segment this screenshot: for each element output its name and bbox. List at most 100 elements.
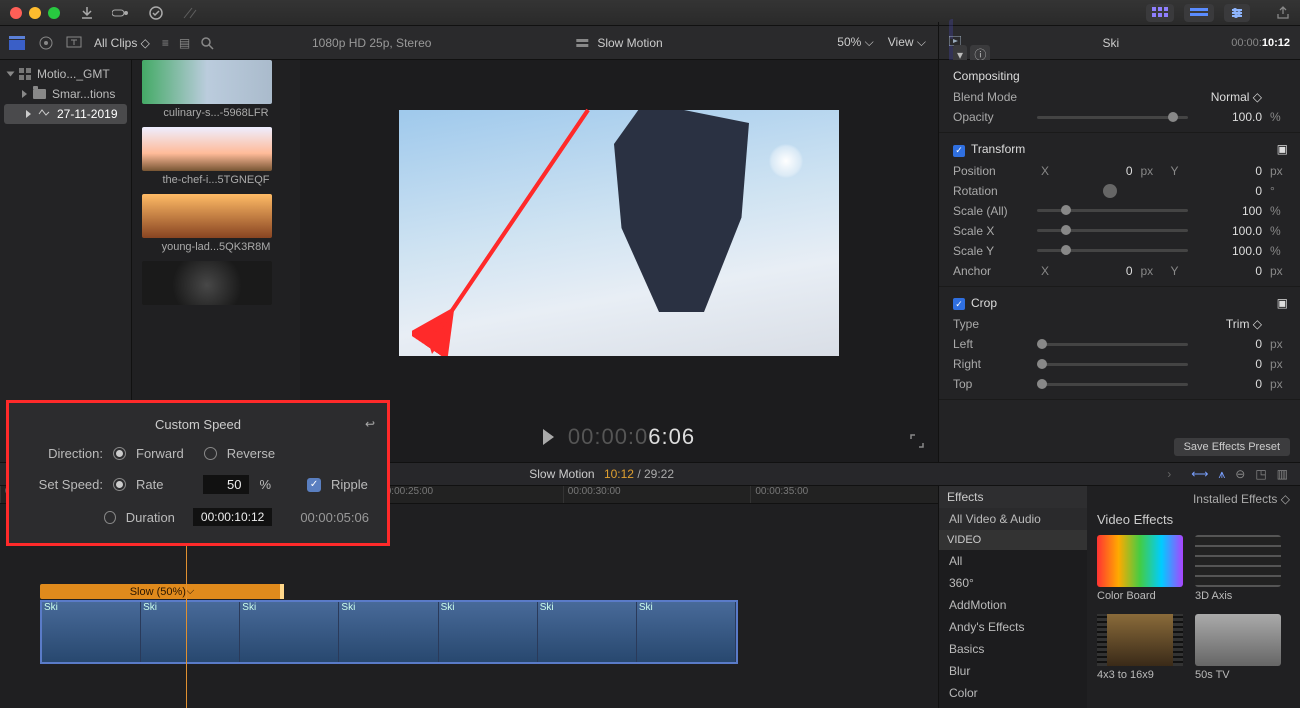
viewer-timecode[interactable]: 00:00:06:06	[568, 424, 695, 450]
sidebar-item-smart[interactable]: Smar...tions	[0, 84, 131, 104]
index-icon[interactable]: ▥	[1277, 467, 1288, 482]
background-tasks-icon[interactable]	[148, 5, 164, 21]
speed-duration-radio[interactable]	[104, 511, 116, 524]
fx-cat[interactable]: Basics	[939, 638, 1087, 660]
setspeed-label: Set Speed:	[27, 477, 103, 492]
anchor-x-field[interactable]: 0	[1067, 264, 1133, 278]
fx-cat[interactable]: Andy's Effects	[939, 616, 1087, 638]
duration-input[interactable]: 00:00:10:12	[193, 508, 272, 526]
project-settings-icon[interactable]	[575, 37, 589, 49]
browser-clip[interactable]: young-lad...5QK3R8M	[142, 194, 290, 253]
library-icon	[19, 68, 31, 80]
play-button[interactable]	[543, 429, 554, 445]
scale-all-slider[interactable]	[1037, 209, 1188, 212]
browser-clip[interactable]: culinary-s...-5968LFR	[142, 60, 290, 119]
sidebar-item-label: Motio..._GMT	[37, 67, 110, 81]
view-menu[interactable]: View ⌵	[888, 35, 926, 50]
browser-clip[interactable]: the-chef-i...5TGNEQF	[142, 127, 290, 186]
keyword-icon[interactable]	[112, 7, 130, 19]
fx-cat[interactable]: AddMotion	[939, 594, 1087, 616]
viewer-canvas[interactable]	[399, 110, 839, 356]
anchor-y-field[interactable]: 0	[1196, 264, 1262, 278]
sidebar-item-event[interactable]: 27-11-2019	[4, 104, 127, 124]
disclosure-icon[interactable]	[26, 110, 31, 118]
scale-y-slider[interactable]	[1037, 249, 1188, 252]
effect-item[interactable]: Color Board	[1097, 535, 1183, 602]
share-icon[interactable]	[1276, 4, 1290, 22]
disclosure-icon[interactable]	[7, 72, 15, 77]
audio-skim-icon[interactable]: ⩚	[1218, 467, 1225, 482]
crop-type-menu[interactable]: Trim ◇	[1196, 317, 1262, 331]
fx-cat-all-va[interactable]: All Video & Audio	[939, 508, 1087, 530]
event-icon	[37, 108, 51, 120]
ripple-checkbox[interactable]: ✓	[307, 478, 321, 492]
zoom-window-icon[interactable]	[48, 7, 60, 19]
solo-icon[interactable]: ⊖	[1235, 467, 1245, 482]
retime-bar[interactable]: Slow (50%) ⌵	[40, 584, 284, 599]
crop-enable-checkbox[interactable]: ✓	[953, 298, 965, 310]
enhance-icon[interactable]	[182, 6, 198, 20]
scale-x-slider[interactable]	[1037, 229, 1188, 232]
direction-label: Direction:	[27, 446, 103, 461]
minimize-window-icon[interactable]	[29, 7, 41, 19]
primary-storyline-clip[interactable]: Ski Ski Ski Ski Ski Ski Ski	[40, 600, 738, 664]
timeline-name: Slow Motion	[529, 467, 594, 481]
direction-forward-radio[interactable]	[113, 447, 126, 460]
opacity-value[interactable]: 100.0	[1196, 110, 1262, 124]
inspector-clip-name: Ski	[1000, 36, 1221, 50]
effect-item[interactable]: 3D Axis	[1195, 535, 1281, 602]
sidebar-item-label: Smar...tions	[52, 87, 115, 101]
scale-all-field[interactable]: 100	[1196, 204, 1262, 218]
import-icon[interactable]	[80, 6, 94, 20]
sidebar-item-library[interactable]: Motio..._GMT	[0, 64, 131, 84]
custom-speed-panel: Custom Speed ↩ Direction: Forward Revers…	[6, 400, 390, 546]
clips-filter-menu[interactable]: All Clips ◇	[94, 36, 150, 50]
skimming-icon[interactable]: ⟷	[1191, 467, 1208, 482]
fx-group-video: VIDEO	[939, 530, 1087, 550]
crop-right-slider[interactable]	[1037, 363, 1188, 366]
installed-effects-menu[interactable]: Installed Effects ◇	[1193, 492, 1290, 506]
inspector-tabs: ▾ ⓘ	[949, 22, 990, 63]
timeline-button[interactable]	[1184, 4, 1214, 22]
pos-y-field[interactable]: 0	[1196, 164, 1262, 178]
rate-input[interactable]: 50	[203, 475, 249, 494]
crop-left-slider[interactable]	[1037, 343, 1188, 346]
crop-onscreen-icon[interactable]: ▣	[1277, 296, 1288, 310]
project-title: Slow Motion	[597, 36, 662, 50]
fx-cat[interactable]: 360°	[939, 572, 1087, 594]
effect-item[interactable]: 50s TV	[1195, 614, 1281, 681]
disclosure-icon[interactable]	[22, 90, 27, 98]
transform-enable-checkbox[interactable]: ✓	[953, 145, 965, 157]
search-icon[interactable]	[200, 36, 214, 50]
zoom-menu[interactable]: 50% ⌵	[837, 35, 873, 50]
speed-rate-radio[interactable]	[113, 478, 126, 491]
direction-reverse-radio[interactable]	[204, 447, 217, 460]
photos-icon[interactable]	[38, 35, 54, 51]
inspector-button[interactable]	[1224, 4, 1250, 22]
rotation-dial[interactable]	[1103, 184, 1117, 198]
timeline-duration: 29:22	[644, 467, 674, 481]
pos-x-field[interactable]: 0	[1067, 164, 1133, 178]
opacity-slider[interactable]	[1037, 116, 1188, 119]
browsers-button[interactable]	[1146, 4, 1174, 22]
effect-item[interactable]: 4x3 to 16x9	[1097, 614, 1183, 681]
snap-icon[interactable]: ◳	[1255, 467, 1266, 482]
titles-icon[interactable]	[66, 36, 82, 50]
list-icon[interactable]: ▤	[179, 36, 190, 50]
next-edit-icon[interactable]: ›	[1167, 467, 1171, 481]
blend-mode-menu[interactable]: Normal ◇	[1196, 90, 1262, 104]
browser-clip[interactable]	[142, 261, 290, 305]
fx-cat[interactable]: All	[939, 550, 1087, 572]
crop-top-slider[interactable]	[1037, 383, 1188, 386]
video-effects-header: Video Effects	[1097, 512, 1290, 527]
save-effects-preset-button[interactable]: Save Effects Preset	[1174, 438, 1290, 456]
reset-speed-icon[interactable]: ↩	[365, 417, 375, 431]
fx-cat[interactable]: Blur	[939, 660, 1087, 682]
transform-onscreen-icon[interactable]: ▣	[1277, 142, 1288, 156]
library-icon[interactable]	[8, 35, 26, 51]
filmstrip-icon[interactable]: ≡	[162, 36, 169, 50]
retime-handle[interactable]	[280, 584, 284, 599]
rotation-field[interactable]: 0	[1196, 184, 1262, 198]
close-window-icon[interactable]	[10, 7, 22, 19]
fx-cat[interactable]: Color	[939, 682, 1087, 704]
